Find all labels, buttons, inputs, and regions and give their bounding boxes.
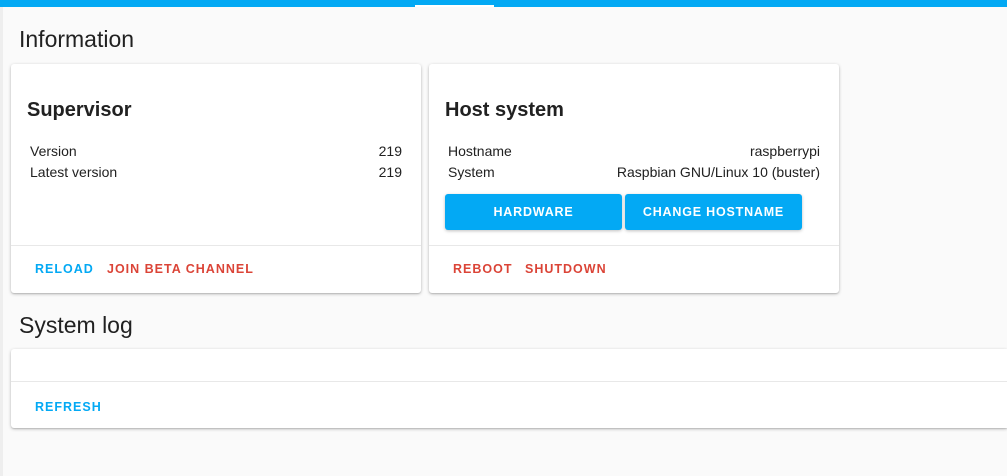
system-label: System [448,164,495,180]
system-row: System Raspbian GNU/Linux 10 (buster) [448,164,820,184]
system-log-card-actions: REFRESH [11,381,1007,428]
hostname-label: Hostname [448,143,512,159]
shutdown-button[interactable]: SHUTDOWN [525,262,607,276]
hardware-button[interactable]: HARDWARE [445,194,622,230]
system-value: Raspbian GNU/Linux 10 (buster) [616,164,820,180]
version-value: 219 [378,143,402,159]
top-app-bar [0,0,1007,7]
information-heading: Information [19,26,135,52]
version-label: Version [30,143,77,159]
hostname-value: raspberrypi [749,143,820,159]
host-system-card-actions: REBOOT SHUTDOWN [429,245,839,293]
supervisor-version-row: Version 219 [30,143,402,163]
supervisor-card-title: Supervisor [27,99,132,121]
system-log-card: REFRESH [11,349,1007,428]
latest-version-label: Latest version [30,164,118,180]
reload-button[interactable]: RELOAD [35,262,94,276]
supervisor-card: Supervisor Version 219 Latest version 21… [11,64,421,293]
system-log-heading: System log [19,312,133,338]
host-system-card: Host system Hostname raspberrypi System … [429,64,839,293]
active-tab-indicator [415,5,494,7]
left-edge-divider [0,7,3,476]
change-hostname-button[interactable]: CHANGE HOSTNAME [625,194,802,230]
host-system-card-title: Host system [445,99,564,121]
reboot-button[interactable]: REBOOT [453,262,512,276]
refresh-button[interactable]: REFRESH [35,400,102,414]
supervisor-card-actions: RELOAD JOIN BETA CHANNEL [11,245,421,293]
latest-version-value: 219 [378,164,402,180]
hostname-row: Hostname raspberrypi [448,143,820,163]
system-log-content [11,349,1007,381]
join-beta-channel-button[interactable]: JOIN BETA CHANNEL [107,262,254,276]
supervisor-latest-version-row: Latest version 219 [30,164,402,184]
